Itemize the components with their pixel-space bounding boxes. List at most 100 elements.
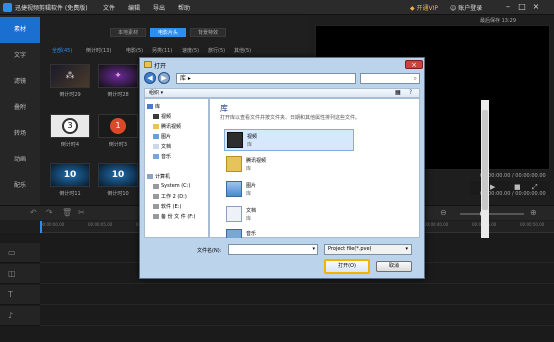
play-icon[interactable]: ▶ — [490, 183, 495, 191]
close-icon[interactable]: × — [530, 2, 542, 13]
library-item-video[interactable]: 视频 库 — [224, 129, 354, 151]
video-icon — [153, 114, 159, 119]
menu-file[interactable]: 文件 — [103, 3, 115, 12]
undo-icon[interactable]: ↶ — [30, 208, 37, 217]
thumb-glyph: 3 — [62, 118, 78, 134]
zoom-in-icon[interactable]: ⊕ — [530, 208, 537, 217]
login-button[interactable]: ☺ 账户登录 — [450, 3, 482, 12]
category-other[interactable]: 其他(5) — [234, 47, 251, 54]
sidebar-item-text[interactable]: 文字 — [0, 43, 40, 69]
redo-icon[interactable]: ↷ — [46, 208, 53, 217]
category-travel[interactable]: 旅行(5) — [208, 47, 225, 54]
back-icon[interactable]: ◀ — [144, 72, 156, 84]
sidebar-item-animation[interactable]: 动画 — [0, 147, 40, 173]
thumb-glyph: ✦ — [114, 71, 122, 81]
zoom-slider[interactable] — [460, 213, 524, 215]
thumb-label: 倒计时3 — [108, 142, 128, 148]
organize-button[interactable]: 组织 ▾ — [149, 89, 163, 97]
view-icon[interactable]: ▦ — [395, 89, 401, 97]
track-header-overlay: ◫ — [0, 264, 40, 284]
sidebar-item-filter[interactable]: 滤镜 — [0, 69, 40, 95]
library-item-music[interactable]: 音乐 — [224, 227, 354, 238]
library-item-pictures[interactable]: 图片 库 — [224, 179, 354, 201]
category-alt[interactable]: 另类(11) — [152, 47, 172, 54]
menu-help[interactable]: 帮助 — [178, 3, 190, 12]
scrollbar[interactable] — [481, 100, 489, 238]
menu-export[interactable]: 导出 — [153, 3, 165, 12]
library-item-type: 库 — [246, 191, 252, 197]
ruler-tick: 00:00:05.00 — [88, 222, 113, 227]
category-countdown[interactable]: 倒计时(13) — [86, 47, 111, 54]
nav-item-computer[interactable]: 计算机 — [155, 173, 170, 180]
delete-icon[interactable]: 🗑 — [62, 208, 72, 217]
track-audio[interactable] — [40, 306, 554, 326]
app-title: 迅捷视频剪辑软件 (免费版) — [15, 5, 88, 12]
track-header-audio: ♪ — [0, 306, 40, 326]
track-header-text: T — [0, 285, 40, 305]
category-movie[interactable]: 电影(5) — [126, 47, 143, 54]
thumb-countdown11[interactable]: 10 — [50, 163, 90, 187]
open-button[interactable]: 打开(O) — [324, 259, 370, 274]
thumb-countdown10[interactable]: 10 — [98, 163, 138, 187]
vip-button[interactable]: ◆ 开通VIP — [410, 3, 438, 12]
filename-input[interactable]: ▾ — [228, 244, 318, 255]
zoom-out-icon[interactable]: ⊖ — [440, 208, 447, 217]
cancel-button[interactable]: 取消 — [376, 261, 412, 272]
library-item-documents[interactable]: 文档 库 — [224, 204, 354, 226]
maximize-icon[interactable]: □ — [516, 2, 528, 13]
nav-item-drive-c[interactable]: System (C:) — [161, 183, 190, 189]
category-all[interactable]: 全部(45) — [52, 47, 72, 54]
thumb-label: 倒计时11 — [59, 191, 81, 197]
sidebar-item-music[interactable]: 配乐 — [0, 173, 40, 199]
track-text[interactable] — [40, 285, 554, 305]
split-icon[interactable]: ✂ — [78, 208, 85, 217]
sidebar-item-media[interactable]: 素材 — [0, 17, 40, 43]
nav-item-library[interactable]: 库 — [155, 103, 160, 110]
picture-library-icon — [226, 181, 242, 197]
thumb-countdown4[interactable]: 3 — [50, 114, 90, 138]
dialog-nav-bar: ◀ ▶ 库 ▸ ⌕ — [144, 72, 420, 86]
ruler-tick: 00:00:40.00 — [424, 222, 449, 227]
thumb-countdown28[interactable]: ✦ — [98, 64, 138, 88]
thumb-countdown3[interactable]: 1 — [98, 114, 138, 138]
sidebar-item-transition[interactable]: 转场 — [0, 121, 40, 147]
track-header-video: ▭ — [0, 243, 40, 263]
nav-item-documents[interactable]: 文档 — [161, 143, 171, 150]
dialog-close-icon[interactable]: × — [405, 60, 423, 69]
category-speed[interactable]: 速度(5) — [182, 47, 199, 54]
left-sidebar: 素材 文字 滤镜 叠附 转场 动画 配乐 — [0, 15, 40, 205]
nav-item-video[interactable]: 视频 — [161, 113, 171, 120]
nav-item-pictures[interactable]: 图片 — [161, 133, 171, 140]
library-item-name: 文档 — [246, 208, 257, 214]
thumb-countdown29[interactable]: ⁂ — [50, 64, 90, 88]
thumb-label: 倒计时28 — [107, 92, 129, 98]
text-track-icon: T — [8, 290, 13, 299]
chevron-down-icon[interactable]: ▾ — [312, 246, 315, 252]
library-item-tencent-video[interactable]: 腾讯视频 库 — [224, 154, 354, 176]
menu-edit[interactable]: 编辑 — [128, 3, 140, 12]
search-input[interactable]: ⌕ — [360, 73, 420, 84]
filetype-select[interactable]: Project file(*.pve) ▾ — [324, 244, 412, 255]
nav-item-drive-d[interactable]: 工作 2 (D:) — [161, 193, 187, 200]
tab-movie-intro[interactable]: 电影片头 — [150, 28, 186, 37]
title-bar: 迅捷视频剪辑软件 (免费版) 文件 编辑 导出 帮助 ◆ 开通VIP ☺ 账户登… — [0, 0, 554, 15]
tab-local-media[interactable]: 本地素材 — [110, 28, 146, 37]
nav-item-drive-f[interactable]: 备 份 文 件 (F:) — [161, 213, 195, 220]
nav-item-drive-e[interactable]: 软件 (E:) — [161, 203, 181, 210]
minimize-icon[interactable]: – — [502, 2, 514, 13]
library-item-name: 视频 — [247, 134, 258, 140]
stop-icon[interactable]: ■ — [514, 183, 521, 191]
sidebar-item-overlay[interactable]: 叠附 — [0, 95, 40, 121]
help-icon[interactable]: ? — [409, 89, 412, 97]
nav-item-tencent-video[interactable]: 腾讯视频 — [161, 123, 181, 130]
nav-item-music[interactable]: 音乐 — [161, 153, 171, 160]
library-icon — [147, 104, 153, 109]
tab-background-fx[interactable]: 背景特效 — [190, 28, 226, 37]
document-icon — [153, 144, 159, 149]
forward-icon[interactable]: ▶ — [158, 72, 170, 84]
document-library-icon — [226, 206, 242, 222]
address-bar[interactable]: 库 ▸ — [176, 73, 356, 84]
dialog-title: 打开 — [154, 63, 167, 70]
scrollbar-thumb[interactable] — [482, 110, 488, 210]
drive-icon — [153, 214, 159, 219]
